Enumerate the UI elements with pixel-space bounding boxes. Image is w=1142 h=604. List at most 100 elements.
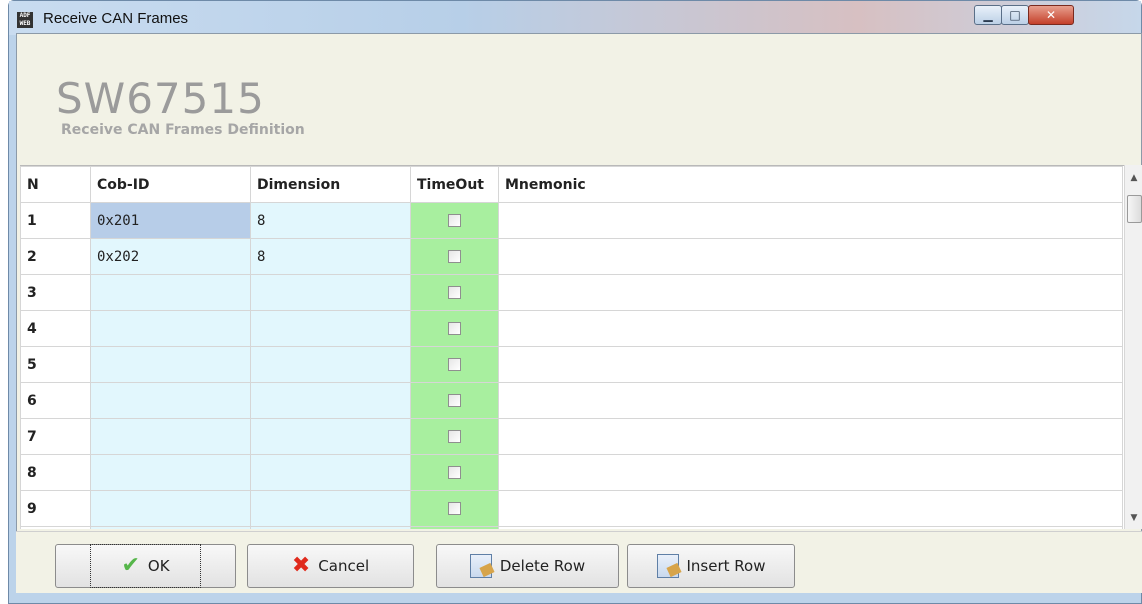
scroll-down-arrow-icon[interactable]: ▼ (1125, 509, 1142, 527)
ok-button[interactable]: ✔ OK (55, 544, 236, 588)
button-bar: ✔ OK ✖ Cancel Delete Row Insert Row (16, 531, 1142, 593)
table-row[interactable]: 5 (20, 346, 1123, 383)
page-subtitle: Receive CAN Frames Definition (61, 122, 305, 138)
cob-id-cell[interactable] (90, 310, 251, 347)
timeout-cell[interactable] (410, 310, 499, 347)
vertical-scrollbar[interactable]: ▲ ▼ (1124, 165, 1142, 529)
row-number: 2 (20, 238, 91, 275)
row-number: 3 (20, 274, 91, 311)
row-number: 9 (20, 490, 91, 527)
timeout-checkbox[interactable] (448, 286, 461, 299)
timeout-cell[interactable] (410, 238, 499, 275)
delete-row-button-label: Delete Row (499, 557, 586, 575)
column-header-timeout[interactable]: TimeOut (410, 166, 499, 203)
header-row: N Cob-ID Dimension TimeOut Mnemonic (20, 166, 1123, 203)
dimension-cell[interactable] (250, 382, 411, 419)
dimension-cell[interactable]: 8 (250, 238, 411, 275)
timeout-cell[interactable] (410, 346, 499, 383)
column-header-mnemonic[interactable]: Mnemonic (498, 166, 1123, 203)
timeout-checkbox[interactable] (448, 394, 461, 407)
dimension-cell[interactable] (250, 526, 411, 529)
timeout-checkbox[interactable] (448, 502, 461, 515)
checkmark-icon: ✔ (121, 553, 140, 578)
table-row[interactable]: 9 (20, 490, 1123, 527)
cob-id-cell[interactable] (90, 454, 251, 491)
timeout-cell[interactable] (410, 382, 499, 419)
close-button[interactable]: ✕ (1028, 5, 1074, 25)
column-header-cob-id[interactable]: Cob-ID (90, 166, 251, 203)
scroll-up-arrow-icon[interactable]: ▲ (1125, 169, 1142, 187)
receive-can-frames-window: ADF WEB Receive CAN Frames ▁ □ ✕ SW67515 … (8, 0, 1142, 604)
cob-id-cell[interactable] (90, 346, 251, 383)
adfweb-icon: ADF WEB (17, 12, 33, 28)
cob-id-cell[interactable] (90, 526, 251, 529)
column-header-n[interactable]: N (20, 166, 91, 203)
cancel-button[interactable]: ✖ Cancel (247, 544, 414, 588)
table-row-partial[interactable] (20, 526, 1123, 529)
mnemonic-cell[interactable] (498, 310, 1123, 347)
frames-grid: N Cob-ID Dimension TimeOut Mnemonic 1 0x… (20, 165, 1137, 529)
mnemonic-cell[interactable] (498, 454, 1123, 491)
title-bar[interactable]: ADF WEB Receive CAN Frames ▁ □ ✕ (9, 1, 1141, 35)
scrollbar-thumb[interactable] (1127, 195, 1142, 223)
row-number: 1 (20, 202, 91, 239)
table-row[interactable]: 2 0x202 8 (20, 238, 1123, 275)
cancel-button-label: Cancel (318, 557, 370, 575)
product-code: SW67515 (56, 74, 265, 123)
dimension-cell[interactable] (250, 346, 411, 383)
row-number (20, 526, 91, 529)
table-row[interactable]: 3 (20, 274, 1123, 311)
page-header: SW67515 Receive CAN Frames Definition (17, 34, 1141, 158)
column-header-dimension[interactable]: Dimension (250, 166, 411, 203)
cob-id-cell[interactable] (90, 382, 251, 419)
row-number: 5 (20, 346, 91, 383)
dimension-cell[interactable] (250, 274, 411, 311)
mnemonic-cell[interactable] (498, 238, 1123, 275)
table-row[interactable]: 6 (20, 382, 1123, 419)
dimension-cell[interactable] (250, 454, 411, 491)
mnemonic-cell[interactable] (498, 202, 1123, 239)
table-row[interactable]: 4 (20, 310, 1123, 347)
cob-id-cell[interactable]: 0x201 (90, 202, 251, 239)
ok-button-label: OK (147, 557, 170, 575)
mnemonic-cell[interactable] (498, 382, 1123, 419)
timeout-cell[interactable] (410, 274, 499, 311)
dimension-cell[interactable]: 8 (250, 202, 411, 239)
cob-id-cell[interactable] (90, 274, 251, 311)
dimension-cell[interactable] (250, 310, 411, 347)
delete-row-icon (469, 554, 492, 578)
mnemonic-cell[interactable] (498, 346, 1123, 383)
cob-id-cell[interactable] (90, 418, 251, 455)
row-number: 8 (20, 454, 91, 491)
timeout-cell[interactable] (410, 490, 499, 527)
timeout-checkbox[interactable] (448, 466, 461, 479)
timeout-cell[interactable] (410, 526, 499, 529)
row-number: 4 (20, 310, 91, 347)
timeout-checkbox[interactable] (448, 430, 461, 443)
table-row[interactable]: 1 0x201 8 (20, 202, 1123, 239)
delete-row-button[interactable]: Delete Row (436, 544, 619, 588)
window-title: Receive CAN Frames (43, 10, 189, 27)
mnemonic-cell[interactable] (498, 274, 1123, 311)
insert-row-button[interactable]: Insert Row (627, 544, 795, 588)
mnemonic-cell[interactable] (498, 490, 1123, 527)
timeout-cell[interactable] (410, 202, 499, 239)
timeout-checkbox[interactable] (448, 322, 461, 335)
minimize-button[interactable]: ▁ (974, 5, 1002, 25)
table-row[interactable]: 7 (20, 418, 1123, 455)
insert-row-button-label: Insert Row (686, 557, 766, 575)
table-row[interactable]: 8 (20, 454, 1123, 491)
mnemonic-cell[interactable] (498, 418, 1123, 455)
dimension-cell[interactable] (250, 490, 411, 527)
mnemonic-cell[interactable] (498, 526, 1123, 529)
cob-id-cell[interactable]: 0x202 (90, 238, 251, 275)
timeout-checkbox[interactable] (448, 358, 461, 371)
dimension-cell[interactable] (250, 418, 411, 455)
row-number: 6 (20, 382, 91, 419)
cob-id-cell[interactable] (90, 490, 251, 527)
timeout-checkbox[interactable] (448, 250, 461, 263)
timeout-checkbox[interactable] (448, 214, 461, 227)
maximize-button[interactable]: □ (1001, 5, 1029, 25)
timeout-cell[interactable] (410, 454, 499, 491)
timeout-cell[interactable] (410, 418, 499, 455)
